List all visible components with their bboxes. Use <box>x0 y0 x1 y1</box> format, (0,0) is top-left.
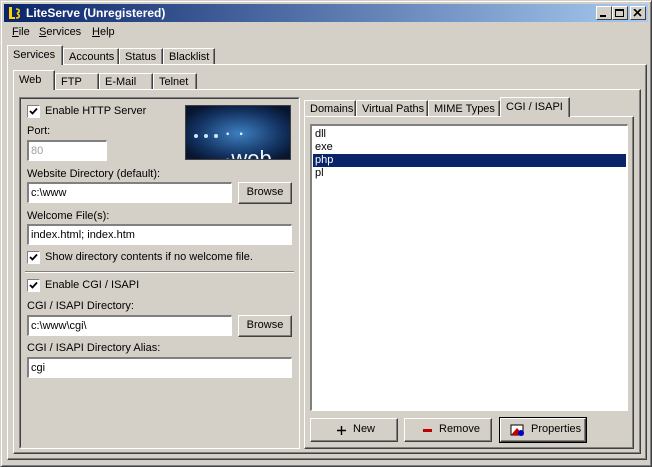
list-item-pl[interactable]: pl <box>313 167 626 180</box>
new-button[interactable]: New <box>310 418 398 442</box>
enable-http-label: Enable HTTP Server <box>45 105 147 117</box>
title-bar[interactable]: LiteServe (Unregistered) <box>4 4 648 22</box>
menu-file[interactable]: File <box>12 25 30 39</box>
checkmark-icon <box>29 281 38 289</box>
enable-cgi-checkbox[interactable] <box>27 279 40 292</box>
menu-services[interactable]: Services <box>39 25 81 39</box>
web-banner-text: · · ·web <box>224 120 272 160</box>
close-icon <box>633 9 642 17</box>
tab-status[interactable]: Status <box>119 48 163 65</box>
close-button[interactable] <box>630 6 646 20</box>
maximize-icon <box>615 9 624 17</box>
application-window: LiteServe (Unregistered) File Services H… <box>0 0 652 467</box>
minimize-icon <box>600 15 606 17</box>
liteserve-app-icon[interactable] <box>7 5 21 21</box>
browse-cgi-dir-button[interactable]: Browse <box>238 315 292 337</box>
website-dir-input[interactable] <box>30 185 230 200</box>
port-input[interactable] <box>30 143 105 158</box>
cgi-dir-field[interactable] <box>27 315 232 336</box>
cgi-alias-field[interactable] <box>27 357 292 378</box>
list-item-exe[interactable]: exe <box>313 141 626 154</box>
welcome-files-label: Welcome File(s): <box>27 210 110 222</box>
welcome-files-input[interactable] <box>30 227 290 242</box>
enable-http-checkbox[interactable] <box>27 105 40 118</box>
show-directory-checkbox[interactable] <box>27 251 40 264</box>
remove-button-label: Remove <box>439 423 480 435</box>
minus-icon <box>423 429 432 432</box>
remove-button[interactable]: Remove <box>404 418 492 442</box>
tab-web[interactable]: Web <box>13 70 55 90</box>
tab-virtual-paths[interactable]: Virtual Paths <box>356 100 428 117</box>
welcome-files-field[interactable] <box>27 224 292 245</box>
tab-domains[interactable]: Domains <box>304 100 356 117</box>
tab-accounts[interactable]: Accounts <box>63 48 119 65</box>
show-directory-label: Show directory contents if no welcome fi… <box>45 251 253 263</box>
properties-button-label: Properties <box>531 423 582 435</box>
menu-bar: File Services Help <box>4 23 648 41</box>
service-tab-row: Web FTP E-Mail Telnet <box>13 70 613 90</box>
cgi-alias-input[interactable] <box>30 360 290 375</box>
checkmark-icon <box>29 107 38 115</box>
tab-blacklist[interactable]: Blacklist <box>163 48 215 65</box>
port-field[interactable] <box>27 140 107 161</box>
tab-telnet[interactable]: Telnet <box>153 73 197 90</box>
cgi-alias-label: CGI / ISAPI Directory Alias: <box>27 342 161 354</box>
tab-ftp[interactable]: FTP <box>55 73 99 90</box>
tab-cgi-isapi[interactable]: CGI / ISAPI <box>500 97 570 117</box>
list-item-php[interactable]: php <box>313 154 626 167</box>
tab-email[interactable]: E-Mail <box>99 73 153 90</box>
maximize-button[interactable] <box>612 6 628 20</box>
right-tab-row: Domains Virtual Paths MIME Types CGI / I… <box>304 97 634 117</box>
divider <box>25 271 294 273</box>
list-item-dll[interactable]: dll <box>313 128 626 141</box>
browse-website-dir-button[interactable]: Browse <box>238 182 292 204</box>
port-label: Port: <box>27 125 51 137</box>
plus-icon <box>337 426 346 435</box>
cgi-dir-label: CGI / ISAPI Directory: <box>27 300 134 312</box>
tab-mime-types[interactable]: MIME Types <box>428 100 500 117</box>
new-button-label: New <box>353 423 376 435</box>
window-title: LiteServe (Unregistered) <box>26 6 166 20</box>
enable-cgi-label: Enable CGI / ISAPI <box>45 279 140 291</box>
tab-services[interactable]: Services <box>7 45 63 65</box>
cgi-dir-input[interactable] <box>30 318 230 333</box>
cgi-extension-list[interactable]: dll exe php pl <box>310 124 628 411</box>
properties-button[interactable]: Properties <box>499 417 587 443</box>
website-dir-field[interactable] <box>27 182 232 203</box>
minimize-button[interactable] <box>596 6 612 20</box>
website-dir-label: Website Directory (default): <box>27 168 161 180</box>
properties-icon <box>510 424 524 436</box>
menu-help[interactable]: Help <box>92 25 115 39</box>
web-banner-image: · · ·web <box>185 105 291 160</box>
checkmark-icon <box>29 253 38 261</box>
main-tab-row: Services Accounts Status Blacklist <box>7 45 647 65</box>
